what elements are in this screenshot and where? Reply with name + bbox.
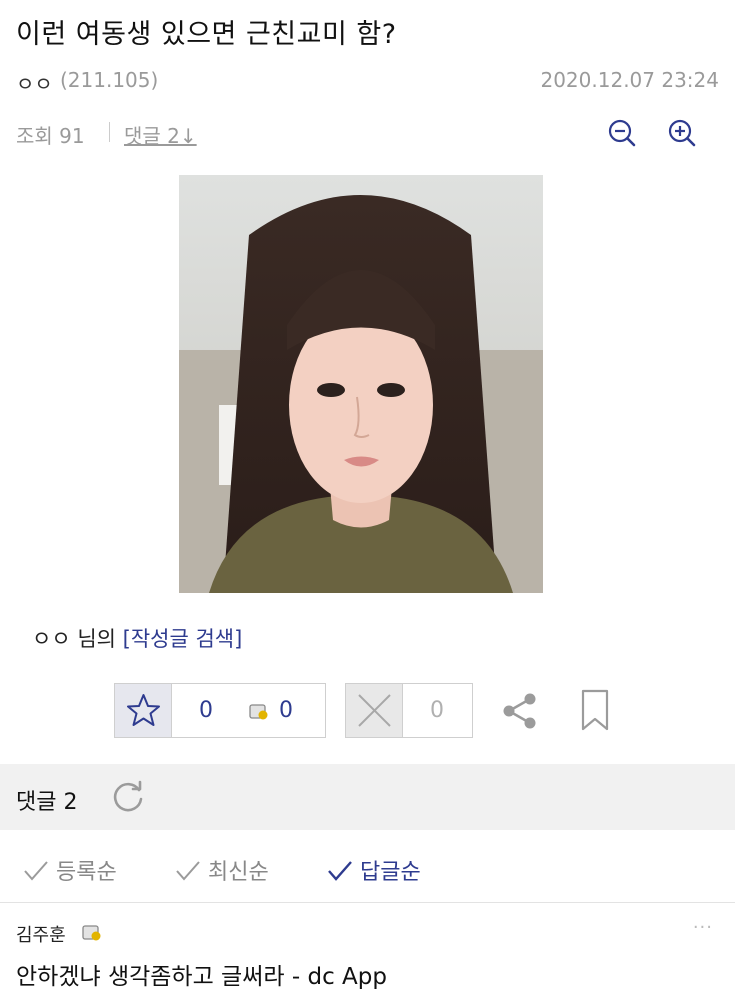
comment-more-button[interactable]: ··· bbox=[693, 917, 713, 938]
recommend-button[interactable] bbox=[115, 684, 172, 737]
comment-header: 댓글 2 bbox=[0, 764, 735, 830]
bookmark-icon bbox=[581, 689, 609, 731]
sort-by-replies[interactable]: 답글순 bbox=[326, 854, 421, 886]
comment-jump-link[interactable]: 댓글 2↓ bbox=[124, 120, 197, 149]
view-count: 조회 91 bbox=[16, 124, 85, 148]
check-icon bbox=[328, 861, 352, 881]
post-stats: 조회 91 댓글 2↓ bbox=[16, 116, 719, 152]
fixed-user-icon bbox=[249, 704, 268, 720]
comment-text: 안하겠냐 생각좀하고 글써라 - dc App bbox=[16, 964, 387, 990]
recommend-count: 0 bbox=[199, 698, 213, 723]
share-button[interactable] bbox=[499, 690, 541, 732]
star-icon bbox=[127, 694, 160, 726]
post-author[interactable]: ㅇㅇ bbox=[16, 68, 53, 97]
comment-author[interactable]: 김주훈 bbox=[16, 921, 66, 947]
zoom-out-button[interactable] bbox=[605, 116, 639, 150]
comment-count-label: 댓글 2 bbox=[16, 790, 78, 815]
fixed-user-recommend-count: 0 bbox=[279, 698, 293, 723]
sort-by-latest[interactable]: 최신순 bbox=[174, 854, 269, 886]
post-author-ip: (211.105) bbox=[60, 68, 159, 92]
comment-sort-options: 등록순 최신순 답글순 bbox=[0, 838, 735, 903]
author-name-label: ㅇㅇ 님의 bbox=[32, 627, 116, 651]
post-date: 2020.12.07 23:24 bbox=[540, 68, 719, 92]
share-icon bbox=[503, 693, 536, 729]
recommend-group: 0 0 bbox=[114, 683, 326, 738]
zoom-in-button[interactable] bbox=[665, 116, 699, 150]
bookmark-button[interactable] bbox=[575, 688, 615, 732]
refresh-comments-button[interactable] bbox=[108, 777, 148, 817]
check-icon bbox=[24, 861, 48, 881]
portrait-photo bbox=[179, 175, 543, 593]
fixed-user-icon bbox=[82, 925, 101, 941]
divider bbox=[109, 122, 110, 142]
author-posts-search-link[interactable]: [작성글 검색] bbox=[123, 627, 243, 651]
downvote-count: 0 bbox=[430, 698, 444, 723]
x-icon bbox=[358, 694, 391, 727]
zoom-in-icon bbox=[668, 119, 696, 147]
sort-label: 최신순 bbox=[208, 860, 269, 885]
post-photo[interactable] bbox=[179, 175, 543, 593]
author-search: ㅇㅇ 님의 [작성글 검색] bbox=[32, 623, 242, 653]
comment-item: 김주훈 ··· 안하겠냐 생각좀하고 글써라 - dc App bbox=[0, 903, 735, 997]
check-icon bbox=[176, 861, 200, 881]
downvote-group: 0 bbox=[345, 683, 473, 738]
post-meta: ㅇㅇ (211.105) 2020.12.07 23:24 bbox=[16, 68, 719, 98]
sort-label: 답글순 bbox=[360, 860, 421, 885]
sort-by-registered[interactable]: 등록순 bbox=[22, 854, 117, 886]
downvote-button[interactable] bbox=[346, 684, 403, 737]
post-title: 이런 여동생 있으면 근친교미 함? bbox=[16, 19, 397, 50]
zoom-out-icon bbox=[608, 119, 636, 147]
sort-label: 등록순 bbox=[56, 860, 117, 885]
refresh-icon bbox=[113, 780, 143, 812]
